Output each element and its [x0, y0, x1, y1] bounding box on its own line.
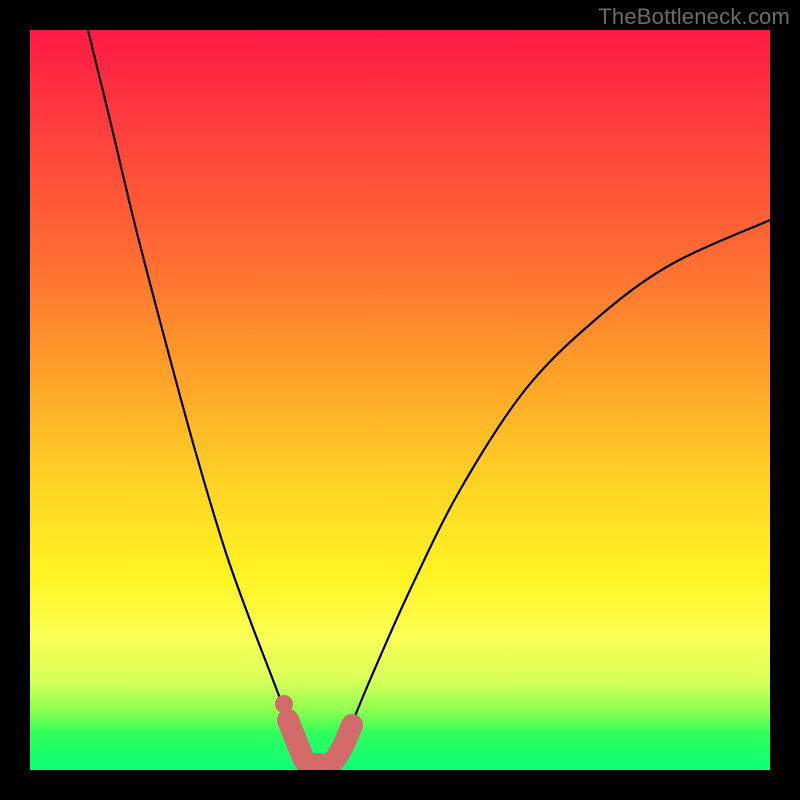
overlay-dot: [275, 695, 293, 713]
curve-right-branch: [330, 220, 770, 770]
chart-frame: TheBottleneck.com: [0, 0, 800, 800]
trough-overlay: [288, 720, 352, 765]
curve-svg: [30, 30, 770, 770]
watermark-text: TheBottleneck.com: [598, 4, 790, 30]
plot-area: [30, 30, 770, 770]
curve-left-branch: [88, 30, 306, 770]
